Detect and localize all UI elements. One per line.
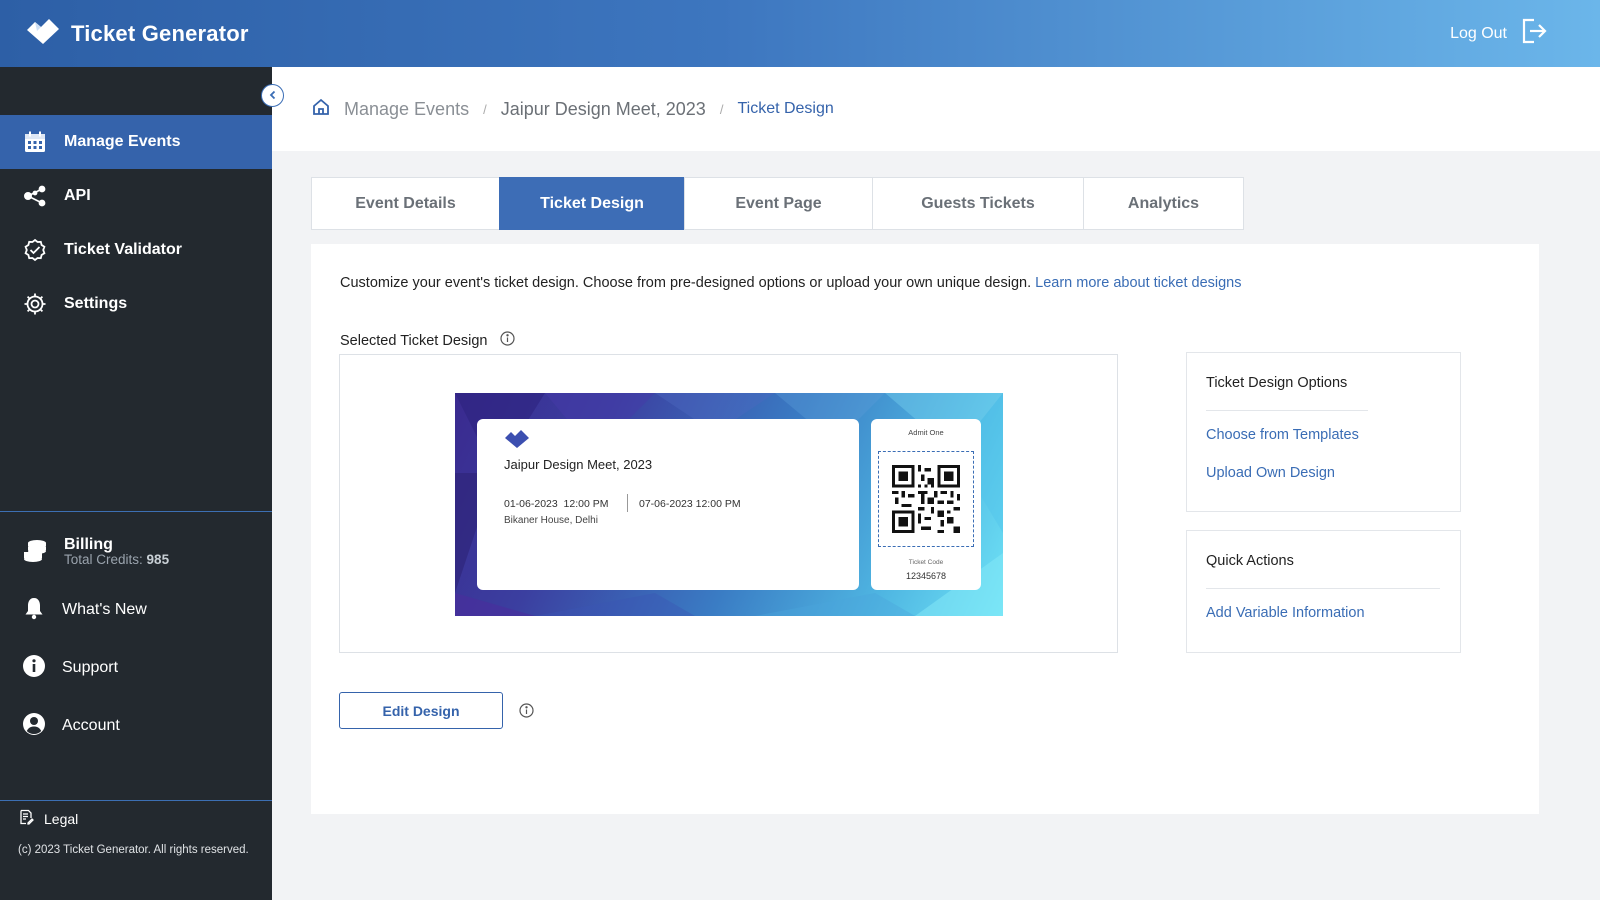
ticket-design-description: Customize your event's ticket design. Ch… <box>340 275 1241 291</box>
info-icon <box>22 654 46 683</box>
ticket-preview: Jaipur Design Meet, 2023 01-06-2023 12:0… <box>455 393 1003 616</box>
sidebar-item-label: Support <box>62 659 119 676</box>
panel-divider <box>1206 588 1440 589</box>
info-icon[interactable] <box>499 331 515 350</box>
event-tabs: Event Details Ticket Design Event Page G… <box>311 177 1244 230</box>
sidebar-item-label: What's New <box>62 601 147 618</box>
ticket-design-card: Customize your event's ticket design. Ch… <box>311 244 1539 814</box>
quick-actions-title: Quick Actions <box>1206 553 1294 569</box>
tab-ticket-design[interactable]: Ticket Design <box>499 177 684 230</box>
logout-button[interactable]: Log Out <box>1450 18 1547 49</box>
ticket-event-name: Jaipur Design Meet, 2023 <box>504 457 653 472</box>
sidebar-item-ticket-validator[interactable]: Ticket Validator <box>0 223 272 277</box>
tab-event-details[interactable]: Event Details <box>311 177 499 230</box>
sidebar-secondary-nav: Billing Total Credits: 985 What's New Su… <box>0 523 272 755</box>
upload-design-link[interactable]: Upload Own Design <box>1206 465 1335 481</box>
home-icon[interactable] <box>312 98 330 121</box>
user-circle-icon <box>22 712 46 741</box>
document-edit-icon <box>18 809 34 828</box>
top-header: Ticket Generator Log Out <box>0 0 1600 67</box>
gear-icon <box>22 291 48 317</box>
sidebar-item-whats-new[interactable]: What's New <box>0 581 272 639</box>
sidebar-item-support[interactable]: Support <box>0 639 272 697</box>
sidebar-item-label: API <box>64 187 91 204</box>
billing-label: Billing <box>64 535 113 553</box>
breadcrumb-event[interactable]: Jaipur Design Meet, 2023 <box>501 99 706 120</box>
chevron-left-icon <box>268 87 278 105</box>
quick-actions-panel: Quick Actions Add Variable Information <box>1186 530 1461 653</box>
sidebar: Manage Events API Ticket Validator Setti… <box>0 67 284 900</box>
sidebar-item-settings[interactable]: Settings <box>0 277 272 331</box>
total-credits: Total Credits: 985 <box>64 552 170 568</box>
sidebar-collapse-button[interactable] <box>261 84 284 107</box>
ticket-date-separator <box>627 494 628 512</box>
selected-ticket-design-label: Selected Ticket Design <box>340 331 515 350</box>
add-variable-info-link[interactable]: Add Variable Information <box>1206 605 1365 621</box>
sidebar-item-label: Settings <box>64 295 128 312</box>
sidebar-item-manage-events[interactable]: Manage Events <box>0 115 272 169</box>
sidebar-divider <box>0 800 272 801</box>
breadcrumb: Manage Events / Jaipur Design Meet, 2023… <box>272 67 1600 151</box>
badge-check-icon <box>22 237 48 263</box>
sidebar-item-label: Ticket Validator <box>64 241 182 258</box>
brand[interactable]: Ticket Generator <box>25 16 249 51</box>
ticket-design-options-panel: Ticket Design Options Choose from Templa… <box>1186 352 1461 512</box>
legal-label: Legal <box>44 810 79 827</box>
breadcrumb-current: Ticket Design <box>737 100 834 117</box>
ticket-venue: Bikaner House, Delhi <box>504 515 598 526</box>
ticket-logo-icon <box>504 429 530 454</box>
breadcrumb-manage-events[interactable]: Manage Events <box>344 99 469 120</box>
breadcrumb-separator: / <box>719 101 724 117</box>
learn-more-link[interactable]: Learn more about ticket designs <box>1035 275 1241 291</box>
bell-icon <box>22 596 46 625</box>
legal-link[interactable]: Legal <box>18 809 78 828</box>
options-panel-title: Ticket Design Options <box>1206 375 1348 391</box>
sidebar-item-label: Account <box>62 717 120 734</box>
ticket-end-date: 07-06-2023 12:00 PM <box>639 498 741 510</box>
selected-design-label-text: Selected Ticket Design <box>340 332 488 349</box>
ticket-admit-label: Admit One <box>908 428 944 437</box>
sidebar-item-api[interactable]: API <box>0 169 272 223</box>
copyright-text: (c) 2023 Ticket Generator. All rights re… <box>18 844 249 856</box>
sidebar-item-billing[interactable]: Billing Total Credits: 985 <box>0 523 272 581</box>
ticket-stub: Admit One Ticket Code 12345678 <box>871 419 981 590</box>
choose-templates-link[interactable]: Choose from Templates <box>1206 427 1359 443</box>
ticket-code-value: 12345678 <box>905 571 947 581</box>
panel-divider <box>1206 410 1368 411</box>
sidebar-primary-nav: Manage Events API Ticket Validator Setti… <box>0 115 272 331</box>
qr-code-frame <box>878 451 974 547</box>
tab-event-page[interactable]: Event Page <box>684 177 872 230</box>
logout-icon <box>1521 18 1547 49</box>
breadcrumb-separator: / <box>483 101 487 117</box>
qr-code-icon <box>892 465 960 533</box>
ticket-code-label: Ticket Code <box>908 559 944 566</box>
app-title: Ticket Generator <box>71 20 249 46</box>
tab-analytics[interactable]: Analytics <box>1083 177 1244 230</box>
coins-icon <box>22 537 48 568</box>
credits-label: Total Credits: <box>64 552 143 568</box>
tab-guests-tickets[interactable]: Guests Tickets <box>872 177 1083 230</box>
sidebar-item-label: Manage Events <box>64 133 181 150</box>
ticket-start-date: 01-06-2023 12:00 PM <box>504 498 609 510</box>
edit-design-button[interactable]: Edit Design <box>339 692 503 729</box>
sidebar-item-account[interactable]: Account <box>0 697 272 755</box>
info-icon[interactable] <box>519 703 534 723</box>
logout-label: Log Out <box>1450 24 1507 42</box>
ticket-main-section: Jaipur Design Meet, 2023 01-06-2023 12:0… <box>477 419 859 590</box>
ticket-logo-icon <box>25 16 61 51</box>
sidebar-divider <box>0 511 272 512</box>
description-text: Customize your event's ticket design. Ch… <box>340 275 1032 291</box>
credits-value: 985 <box>146 552 170 568</box>
calendar-icon <box>22 129 48 155</box>
ticket-preview-frame: Jaipur Design Meet, 2023 01-06-2023 12:0… <box>339 354 1118 653</box>
billing-text: Billing Total Credits: 985 <box>64 536 169 568</box>
share-nodes-icon <box>22 183 48 209</box>
